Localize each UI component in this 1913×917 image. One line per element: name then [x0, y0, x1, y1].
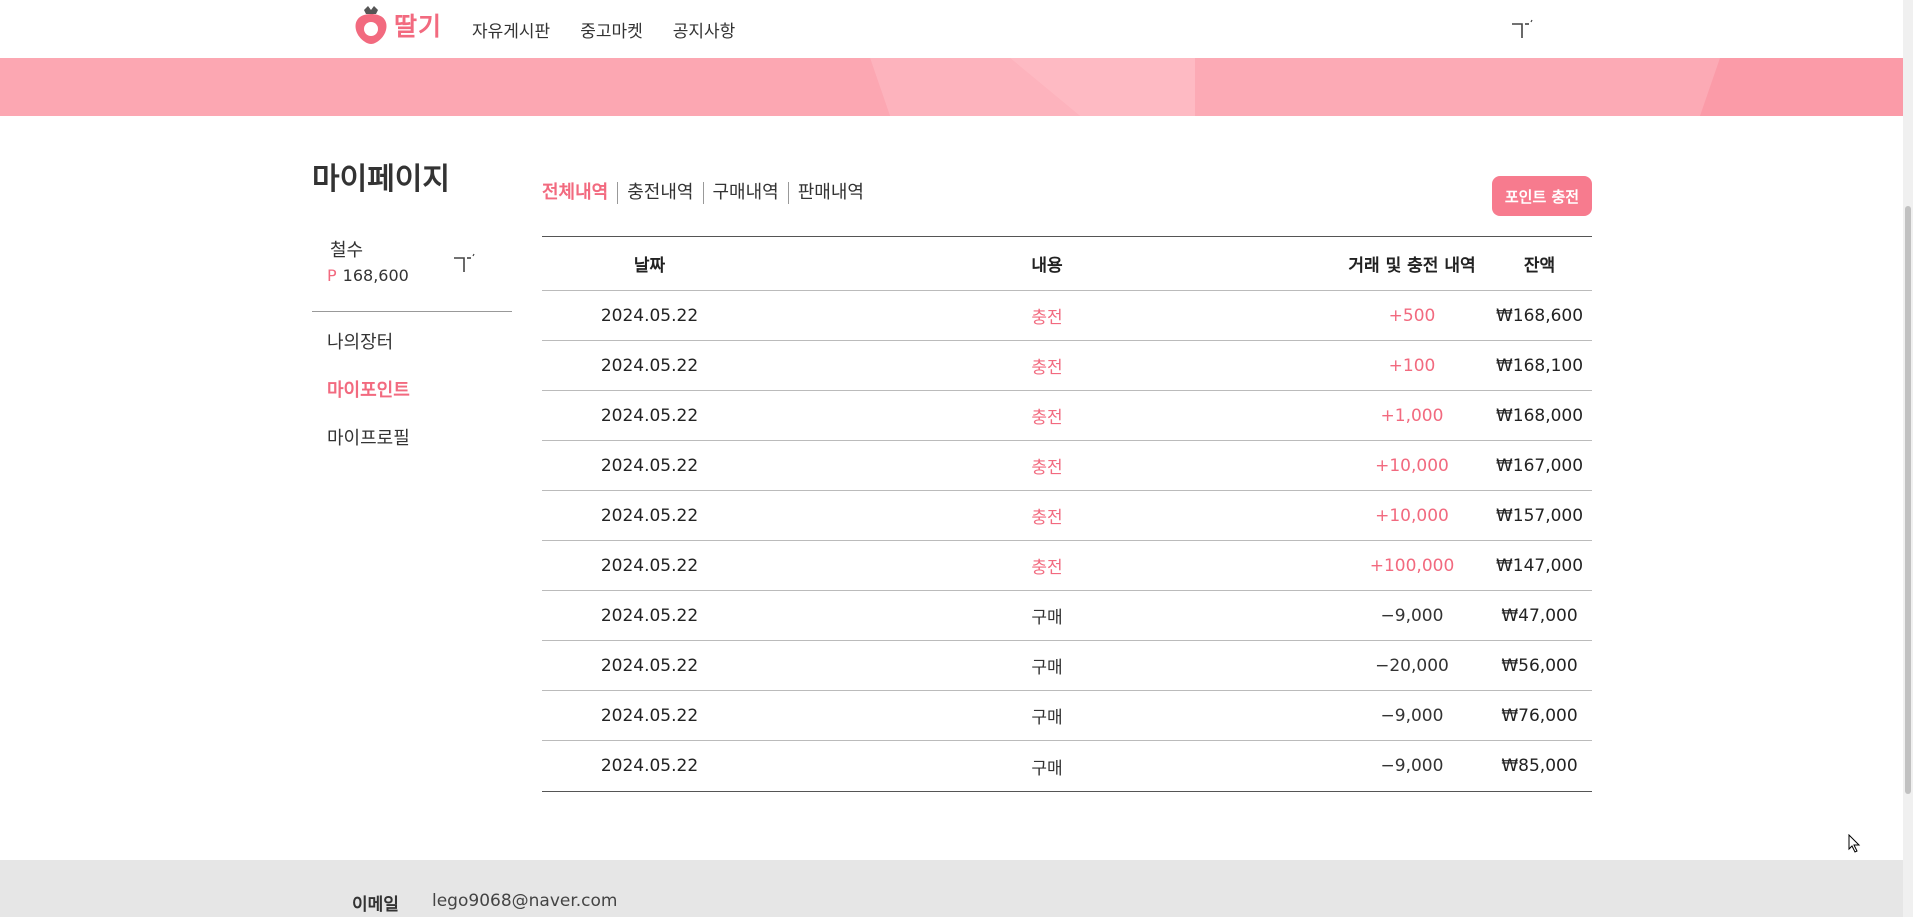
scrollbar-thumb[interactable]: [1905, 206, 1911, 794]
row-date: 2024.05.22: [600, 605, 699, 626]
row-content: 충전: [1031, 558, 1063, 578]
row-amount: +10,000: [1375, 505, 1449, 526]
row-balance: ₩47,000: [1501, 605, 1578, 626]
row-content: 충전: [1031, 508, 1063, 528]
row-date: 2024.05.22: [600, 655, 699, 676]
logo[interactable]: 딸기: [352, 4, 442, 46]
row-date: 2024.05.22: [600, 756, 699, 776]
table-row: 2024.05.22 구매 −9,000 ₩47,000: [542, 591, 1592, 641]
point-symbol: P: [327, 266, 337, 285]
profile-card: 철수 P 168,600: [312, 230, 512, 312]
row-balance: ₩157,000: [1495, 505, 1584, 526]
row-date: 2024.05.22: [600, 405, 699, 426]
history-table: 날짜 내용 거래 및 충전 내역 잔액 2024.05.22 충전 +500 ₩168…: [542, 236, 1592, 792]
page-title: 마이페이지: [312, 162, 450, 197]
table-row: 2024.05.22 충전 +100,000 ₩147,000: [542, 541, 1592, 591]
row-balance: ₩168,100: [1495, 355, 1584, 376]
user-name: 철수: [330, 240, 364, 261]
user-points: P 168,600: [327, 266, 409, 285]
row-content: 구매: [1031, 658, 1063, 678]
row-balance: ₩56,000: [1501, 655, 1578, 676]
broken-image-icon: [454, 253, 475, 272]
footer-email-label: 이메일: [352, 895, 399, 915]
banner-pattern: [0, 58, 1903, 116]
row-amount: +1,000: [1380, 405, 1444, 426]
nav-notice[interactable]: 공지사항: [673, 17, 736, 42]
table-body: 2024.05.22 충전 +500 ₩168,600 2024.05.22 충전 +100…: [542, 291, 1592, 791]
table-row: 2024.05.22 충전 +1,000 ₩168,000: [542, 391, 1592, 441]
row-content: 충전: [1031, 358, 1063, 378]
row-amount: +100,000: [1369, 555, 1455, 576]
table-row: 2024.05.22 충전 +100 ₩168,100: [542, 341, 1592, 391]
history-tabs: 전체내역 충전내역 구매내역 판매내역: [542, 182, 873, 204]
row-content: 충전: [1031, 458, 1063, 478]
table-row: 2024.05.22 구매 −20,000 ₩56,000: [542, 641, 1592, 691]
table-row: 2024.05.22 충전 +10,000 ₩157,000: [542, 491, 1592, 541]
header-amount: 거래 및 충전 내역: [1348, 256, 1476, 276]
sidebar-item-my-point[interactable]: 마이포인트: [327, 376, 410, 424]
row-date: 2024.05.22: [600, 705, 699, 726]
row-amount: +10,000: [1375, 455, 1449, 476]
main-nav: 자유게시판 중고마켓 공지사항: [472, 17, 735, 42]
row-amount: +100: [1388, 355, 1436, 376]
row-balance: ₩168,600: [1495, 305, 1584, 326]
tab-all[interactable]: 전체내역: [542, 182, 617, 204]
row-balance: ₩85,000: [1501, 756, 1578, 776]
row-date: 2024.05.22: [600, 355, 699, 376]
row-amount: −20,000: [1375, 655, 1449, 676]
sidebar-item-my-profile[interactable]: 마이프로필: [327, 424, 410, 472]
row-amount: −9,000: [1380, 756, 1444, 776]
banner: [0, 58, 1903, 116]
header-date: 날짜: [633, 256, 666, 276]
nav-free-board[interactable]: 자유게시판: [472, 17, 550, 42]
row-amount: −9,000: [1380, 605, 1444, 626]
table-row: 2024.05.22 구매 −9,000 ₩85,000: [542, 741, 1592, 791]
tab-charge[interactable]: 충전내역: [617, 182, 702, 204]
table-row: 2024.05.22 충전 +10,000 ₩167,000: [542, 441, 1592, 491]
row-date: 2024.05.22: [600, 305, 699, 326]
side-menu: 나의장터 마이포인트 마이프로필: [327, 328, 410, 472]
strawberry-logo-icon: [355, 6, 387, 44]
sidebar-item-my-market[interactable]: 나의장터: [327, 328, 410, 376]
row-amount: +500: [1388, 305, 1436, 326]
point-charge-button[interactable]: 포인트 충전: [1492, 176, 1592, 216]
row-content: 구매: [1031, 608, 1063, 628]
tab-purchase[interactable]: 구매내역: [702, 182, 788, 204]
logo-text: 딸기: [394, 12, 443, 41]
footer: 이메일 lego9068@naver.com: [0, 860, 1903, 917]
table-header: 날짜 내용 거래 및 충전 내역 잔액: [542, 237, 1592, 291]
row-content: 구매: [1031, 758, 1063, 779]
row-content: 충전: [1031, 308, 1063, 328]
row-content: 구매: [1031, 708, 1063, 728]
broken-image-icon[interactable]: [1510, 18, 1536, 42]
header-balance: 잔액: [1523, 256, 1556, 276]
site-header: 딸기 자유게시판 중고마켓 공지사항: [0, 0, 1903, 58]
row-balance: ₩168,000: [1495, 405, 1584, 426]
row-date: 2024.05.22: [600, 505, 699, 526]
row-balance: ₩147,000: [1495, 555, 1584, 576]
row-balance: ₩167,000: [1495, 455, 1584, 476]
row-content: 충전: [1031, 408, 1063, 428]
point-value: 168,600: [342, 266, 409, 285]
row-date: 2024.05.22: [600, 455, 699, 476]
row-amount: −9,000: [1380, 705, 1444, 726]
table-row: 2024.05.22 충전 +500 ₩168,600: [542, 291, 1592, 341]
header-content: 내용: [1031, 256, 1063, 276]
mouse-cursor-icon: [1848, 834, 1861, 853]
row-date: 2024.05.22: [600, 555, 699, 576]
table-row: 2024.05.22 구매 −9,000 ₩76,000: [542, 691, 1592, 741]
row-balance: ₩76,000: [1501, 705, 1578, 726]
nav-used-market[interactable]: 중고마켓: [580, 17, 643, 42]
tab-sale[interactable]: 판매내역: [787, 182, 873, 204]
footer-email[interactable]: lego9068@naver.com: [432, 891, 618, 911]
